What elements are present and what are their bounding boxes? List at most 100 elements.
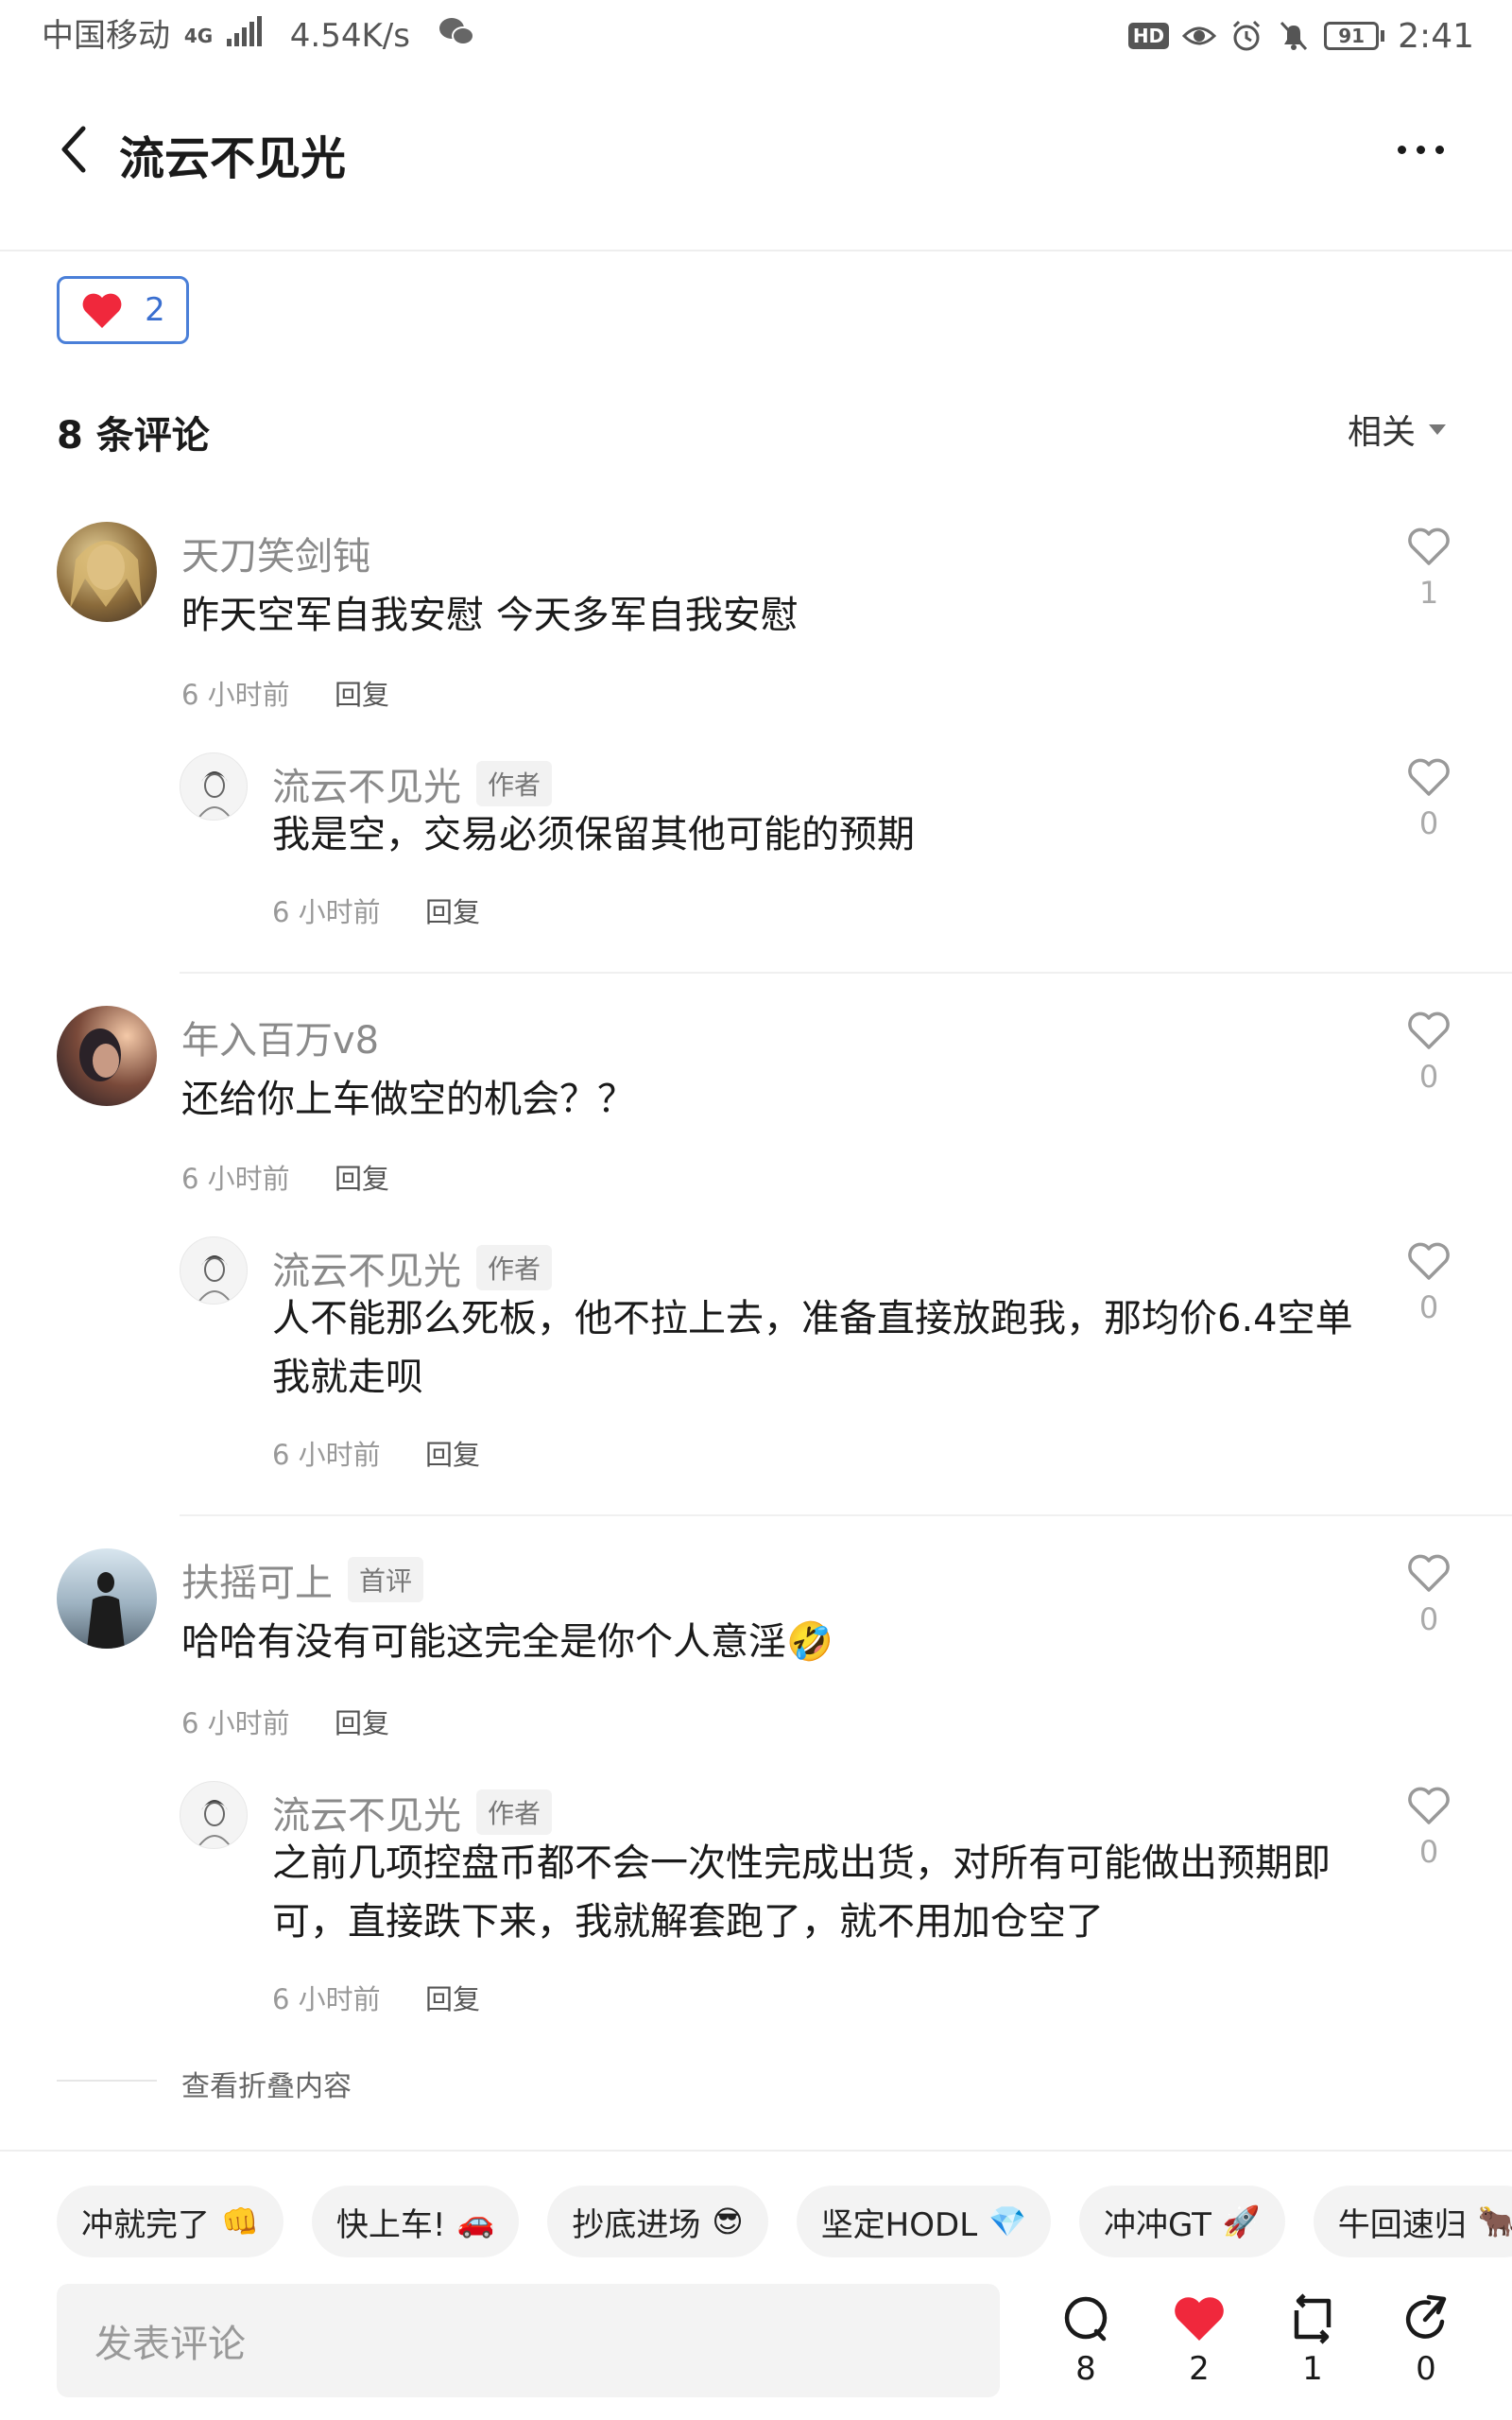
shares-count: 0 (1416, 2350, 1436, 2388)
header-divider (0, 250, 1512, 251)
quick-chip-label: 冲冲GT (1103, 2205, 1211, 2244)
avatar[interactable] (180, 752, 248, 821)
reply-text: 之前几项控盘币都不会一次性完成出货，对所有可能做出预期即可，直接跌下来，我就解套… (272, 1841, 1331, 1944)
comment-time: 6 小时前 (181, 679, 290, 711)
sunglasses-icon: 😎 (712, 2204, 744, 2239)
like-chip-button[interactable]: 2 (57, 276, 189, 344)
bull-icon: 🐂 (1477, 2204, 1512, 2239)
dot-icon (1435, 145, 1444, 154)
quick-chip[interactable]: 抄底进场 😎 (547, 2186, 768, 2257)
comments-count: 8 (1075, 2350, 1096, 2388)
alarm-icon (1229, 19, 1263, 53)
hd-icon: HD (1127, 23, 1170, 49)
sort-dropdown[interactable]: 相关 (1348, 405, 1446, 454)
heart-outline-icon (1408, 1554, 1450, 1592)
reply-button[interactable]: 回复 (425, 1433, 480, 1473)
diamond-icon: 💎 (988, 2204, 1026, 2239)
reply-button[interactable]: 回复 (335, 1157, 389, 1197)
reply-like-count: 0 (1418, 1289, 1439, 1325)
comments-button[interactable]: 8 (1043, 2293, 1128, 2388)
reply-button[interactable]: 回复 (335, 673, 389, 713)
avatar-person-icon (87, 1572, 125, 1649)
avatar[interactable] (57, 522, 157, 622)
avatar-portrait-icon (70, 541, 142, 609)
share-button[interactable]: 0 (1383, 2293, 1469, 2388)
reply-time: 6 小时前 (272, 896, 381, 928)
comment-time: 6 小时前 (181, 1707, 290, 1739)
heart-icon (82, 293, 122, 328)
comments-count-title: 8 条评论 (57, 414, 210, 458)
comment-like-button[interactable]: 1 (1391, 526, 1467, 611)
network-type: 4G (183, 25, 214, 47)
comment-username[interactable]: 天刀笑剑钝 (181, 526, 370, 580)
comment-user-row: 扶摇可上 首评 (181, 1552, 424, 1607)
quick-chip[interactable]: 坚定HODL 💎 (796, 2186, 1051, 2257)
more-options-button[interactable] (1387, 123, 1453, 176)
reply-like-button[interactable]: 0 (1391, 1240, 1467, 1325)
comment-input[interactable]: 发表评论 (57, 2284, 1000, 2397)
reply-like-button[interactable]: 0 (1391, 756, 1467, 841)
quick-chip[interactable]: 冲就完了 👊 (57, 2186, 284, 2257)
avatar-portrait-icon (79, 1028, 121, 1081)
comment-like-count: 0 (1418, 1059, 1439, 1095)
reposts-count: 1 (1302, 2350, 1323, 2388)
bottom-divider (0, 2150, 1512, 2152)
comment-username[interactable]: 年入百万v8 (181, 1010, 379, 1064)
quick-chip-label: 抄底进场 (572, 2205, 701, 2244)
reply-button[interactable]: 回复 (335, 1702, 389, 1741)
author-badge: 作者 (476, 761, 553, 806)
folded-divider (57, 2080, 157, 2082)
reply-like-count: 0 (1418, 1834, 1439, 1870)
quick-chip[interactable]: 快上车! 🚗 (311, 2186, 520, 2257)
reply-like-button[interactable]: 0 (1391, 1785, 1467, 1870)
author-badge: 作者 (476, 1245, 553, 1290)
mute-bell-icon (1277, 19, 1311, 53)
reply-button[interactable]: 回复 (425, 1978, 480, 2017)
comment-text: 哈哈有没有可能这完全是你个人意淫🤣 (181, 1620, 833, 1664)
rocket-icon: 🚀 (1222, 2204, 1261, 2239)
comment-like-count: 0 (1418, 1601, 1439, 1637)
avatar[interactable] (57, 1548, 157, 1649)
comment-input-placeholder: 发表评论 (94, 2323, 246, 2366)
comment-text: 还给你上车做空的机会？？ (181, 1078, 635, 1121)
quick-chip-label: 快上车! (335, 2205, 446, 2244)
comment-like-button[interactable]: 0 (1391, 1552, 1467, 1637)
avatar[interactable] (180, 1236, 248, 1305)
status-right: HD 91 2:41 (1127, 15, 1474, 57)
wechat-icon (438, 16, 475, 59)
avatar-sketch-icon (197, 771, 232, 820)
clock: 2:41 (1398, 16, 1474, 56)
quick-chip-label: 坚定HODL (820, 2205, 978, 2244)
view-folded-link[interactable]: 查看折叠内容 (181, 2063, 352, 2104)
comment-bubble-icon (1064, 2296, 1108, 2342)
comment-username[interactable]: 扶摇可上 (181, 1552, 333, 1607)
quick-chip-label: 冲就完了 (81, 2205, 210, 2244)
back-button[interactable] (53, 121, 98, 178)
heart-outline-icon (1408, 527, 1450, 565)
reply-user-row: 流云不见光 作者 (272, 756, 553, 811)
reply-time: 6 小时前 (272, 1983, 381, 2015)
avatar[interactable] (57, 1006, 157, 1106)
reply-button[interactable]: 回复 (425, 890, 480, 930)
caret-down-icon (1429, 424, 1446, 435)
comment-like-button[interactable]: 0 (1391, 1010, 1467, 1095)
chevron-left-icon (61, 126, 86, 173)
quick-chip[interactable]: 冲冲GT 🚀 (1078, 2186, 1285, 2257)
avatar-sketch-icon (197, 1800, 232, 1848)
reply-username[interactable]: 流云不见光 (272, 1240, 461, 1295)
dot-icon (1397, 145, 1406, 154)
thread-separator (180, 972, 1512, 974)
reply-username[interactable]: 流云不见光 (272, 756, 461, 811)
quick-reply-chips: 冲就完了 👊 快上车! 🚗 抄底进场 😎 坚定HODL 💎 冲冲GT 🚀 牛回速归 🐂 (57, 2186, 1512, 2261)
eye-icon (1182, 19, 1217, 53)
car-icon: 🚗 (456, 2204, 495, 2239)
quick-chip[interactable]: 牛回速归 🐂 (1313, 2186, 1512, 2257)
repost-button[interactable]: 1 (1270, 2293, 1355, 2388)
thread-separator (180, 1514, 1512, 1516)
reply-username[interactable]: 流云不见光 (272, 1785, 461, 1840)
avatar[interactable] (180, 1781, 248, 1849)
likes-count: 2 (1189, 2350, 1210, 2388)
heart-outline-icon (1408, 1011, 1450, 1049)
like-button[interactable]: 2 (1157, 2293, 1242, 2388)
dot-icon (1416, 145, 1425, 154)
